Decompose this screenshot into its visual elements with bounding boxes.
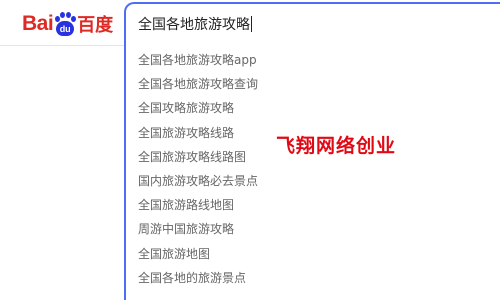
search-input-value: 全国各地旅游攻略 [138,17,250,33]
suggestion-item[interactable]: 周游中国旅游攻略 [138,217,258,241]
paw-icon: du [54,12,77,36]
suggestion-item[interactable]: 全国旅游路线地图 [138,193,258,217]
suggestion-item[interactable]: 全国各地的旅游景点 [138,266,258,290]
suggestion-item[interactable]: 全国旅游攻略线路图 [138,145,258,169]
suggestion-item[interactable]: 国内旅游攻略必去景点 [138,169,258,193]
search-box[interactable]: 全国各地旅游攻略 [124,2,500,40]
suggestion-item[interactable]: 全国攻略旅游攻略 [138,96,258,120]
suggestion-item[interactable]: 全国各地旅游攻略app [138,48,258,72]
logo-text-du: du [56,21,75,36]
search-input[interactable]: 全国各地旅游攻略 [138,14,252,34]
suggestion-item[interactable]: 全国旅游地图 [138,242,258,266]
baidu-logo[interactable]: Bai du 百度 [22,9,116,39]
logo-text-baidu-cn: 百度 [77,15,114,36]
suggestion-item[interactable]: 全国各地旅游攻略查询 [138,72,258,96]
suggestion-dropdown: 全国各地旅游攻略app 全国各地旅游攻略查询 全国攻略旅游攻略 全国旅游攻略线路… [124,40,500,300]
logo-text-bai: Bai [22,12,54,35]
suggestion-list: 全国各地旅游攻略app 全国各地旅游攻略查询 全国攻略旅游攻略 全国旅游攻略线路… [138,48,258,290]
suggestion-item[interactable]: 全国旅游攻略线路 [138,121,258,145]
watermark-text: 飞翔网络创业 [276,135,397,157]
text-caret [251,16,252,32]
